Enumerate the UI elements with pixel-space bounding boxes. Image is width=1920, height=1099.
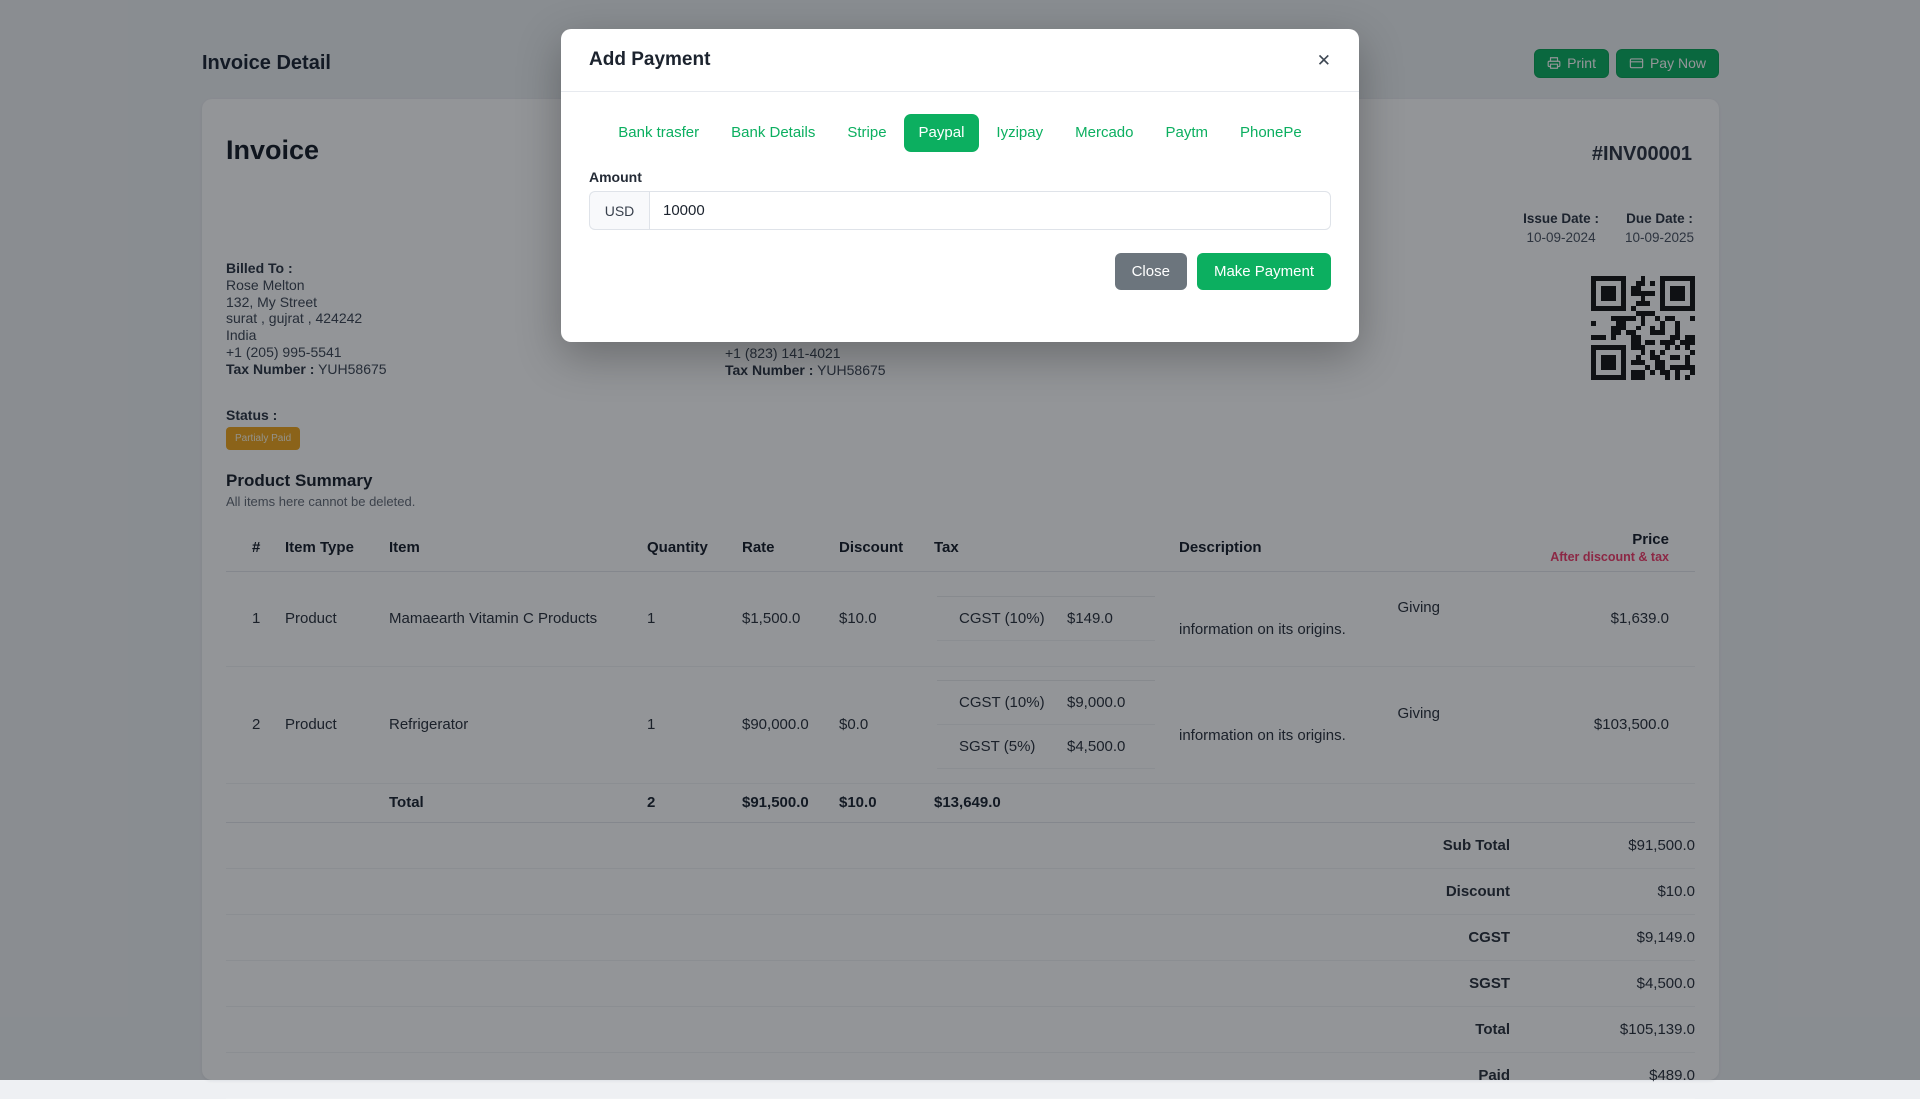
- tab-paypal[interactable]: Paypal: [903, 114, 980, 152]
- payment-method-tabs: Bank trasfer Bank Details Stripe Paypal …: [561, 114, 1359, 152]
- modal-title: Add Payment: [589, 49, 711, 70]
- modal-footer: Close Make Payment: [589, 253, 1331, 342]
- close-button[interactable]: Close: [1114, 253, 1187, 290]
- tab-bank-details[interactable]: Bank Details: [716, 114, 830, 152]
- tab-bank-transfer[interactable]: Bank trasfer: [603, 114, 714, 152]
- tab-mercado[interactable]: Mercado: [1060, 114, 1148, 152]
- amount-input[interactable]: [649, 191, 1331, 230]
- tab-phonepe[interactable]: PhonePe: [1225, 114, 1317, 152]
- add-payment-modal: Add Payment ✕ Bank trasfer Bank Details …: [561, 29, 1359, 342]
- tab-stripe[interactable]: Stripe: [832, 114, 901, 152]
- make-payment-button[interactable]: Make Payment: [1196, 253, 1331, 290]
- tab-iyzipay[interactable]: Iyzipay: [981, 114, 1058, 152]
- currency-addon: USD: [589, 191, 649, 230]
- modal-header: Add Payment ✕: [561, 29, 1359, 92]
- amount-input-group: USD: [589, 191, 1331, 230]
- tab-paytm[interactable]: Paytm: [1150, 114, 1223, 152]
- close-icon[interactable]: ✕: [1317, 52, 1331, 69]
- amount-label: Amount: [589, 169, 642, 185]
